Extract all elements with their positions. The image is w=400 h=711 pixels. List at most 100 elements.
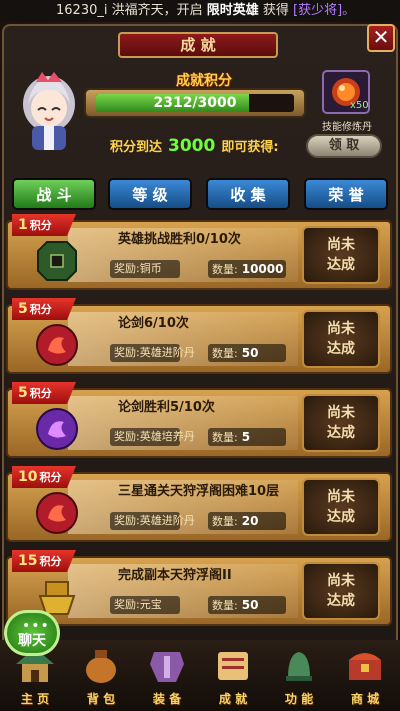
red-orb-shape [36,492,78,534]
status-line-2: 达成 [327,593,355,609]
points-value: 10 [18,469,38,485]
ticker-get: 获得 [258,3,294,18]
points-badge: 15 积分 [12,550,76,572]
status-line-2: 达成 [327,425,355,441]
nav-functions[interactable]: 功 能 [268,644,330,710]
reward-label: 奖励: [114,262,140,275]
nav-label: 商 城 [350,692,380,706]
tab-level[interactable]: 等 级 [108,178,192,210]
points-value: 1 [18,217,28,233]
claim-button[interactable]: 领 取 [306,134,382,158]
tab-battle[interactable]: 战 斗 [12,178,96,210]
nav-achievement[interactable]: 成 就 [202,644,264,710]
status-not-achieved: 尚未 达成 [302,562,380,620]
nav-label: 主 页 [20,692,50,706]
qty-value: 20 [241,514,259,528]
reach-suffix: 即可获得: [221,140,279,155]
bag-icon [86,650,116,683]
qty-label: 数量: [212,431,238,444]
nav-label: 功 能 [284,692,314,706]
category-tabs: 战 斗 等 级 收 集 荣 誉 [10,178,394,212]
reach-target-line: 积分到达 3000 即可获得: [110,136,279,156]
task-row: 10 积分 三星通关天狩浮阁困难10层 奖励:英雄进阶丹 数量: 20 尚未 达成 [6,464,392,542]
nav-label: 装 备 [152,692,182,706]
nav-equipment[interactable]: 装 备 [136,644,198,710]
tab-collect[interactable]: 收 集 [206,178,290,210]
points-label: 积分 [39,471,62,484]
chat-bubble-icon: ••• [22,618,50,634]
qty-label: 数量: [212,515,238,528]
reward-label: 奖励: [114,514,140,527]
points-badge: 5 积分 [12,382,76,404]
task-title: 论剑胜利5/10次 [118,400,215,415]
task-reward: 奖励:铜币 数量: 10000 [110,260,286,280]
page-title: 成 就 [118,32,278,58]
reward-label: 奖励: [114,430,140,443]
status-line-1: 尚未 [327,489,355,505]
qty-value: 50 [241,598,259,612]
ticker-mid: 洪福齐天，开启 [107,3,207,18]
reward-item: 元宝 [139,598,162,611]
task-title: 英雄挑战胜利0/10次 [118,232,241,247]
status-line-1: 尚未 [327,573,355,589]
close-button[interactable]: ✕ [367,24,395,52]
ticker-prefix: 16230_i [56,3,108,18]
task-title: 三星通关天狩浮阁困难10层 [118,484,280,499]
quantity-box: 数量: 50 [208,344,286,362]
qty-label: 数量: [212,263,238,276]
nav-shop[interactable]: 商 城 [334,644,396,710]
nav-label: 成 就 [218,692,248,706]
qty-value: 5 [241,430,251,444]
coin-icon [34,238,80,284]
reach-prefix: 积分到达 [110,140,163,155]
status-line-2: 达成 [327,341,355,357]
task-row: 15 积分 完成副本天狩浮阁II 奖励:元宝 数量: 50 尚未达成 [6,548,392,626]
reward-count: x50 [350,100,369,111]
reward-label: 奖励: [114,598,140,611]
points-value: 5 [18,385,28,401]
status-line-2: 达成 [327,509,355,525]
task-row: 5 积分 论剑6/10次 奖励:英雄进阶丹 数量: 50 尚未 达成 [6,296,392,374]
status-not-achieved: 尚未 达成 [302,226,380,284]
points-badge: 1 积分 [12,214,76,236]
tab-honor[interactable]: 荣 誉 [304,178,388,210]
task-reward: 奖励:英雄培养丹 数量: 5 [110,428,286,448]
points-value: 15 [18,553,38,569]
qty-value: 50 [241,346,259,360]
reward-item: 英雄培养丹 [139,430,195,443]
points-label: 积分 [29,387,52,400]
task-list: 1 积分 英雄挑战胜利0/10次 奖励:铜币 数量: 10000 尚未 达成 5 积分 … [0,212,400,632]
ticker-item-link[interactable]: [获少将]。 [293,3,355,18]
bell-icon [286,652,312,681]
reward-item: 铜币 [139,262,162,275]
achievement-progress-bar: 2312/3000 [96,94,294,112]
achievement-screen: 16230_i 洪福齐天，开启 限时英雄 获得 [获少将]。 成 就 ✕ 成就积… [0,0,400,711]
reach-value: 3000 [168,136,216,156]
qty-label: 数量: [212,599,238,612]
qty-value: 10000 [241,262,284,276]
status-not-achieved: 尚未 达成 [302,310,380,368]
achievement-points-label: 成就积分 [176,73,232,89]
treasure-chest-icon [349,653,381,680]
task-title: 完成副本天狩浮阁II [118,568,232,583]
armor-icon [150,652,184,682]
points-value: 5 [18,301,28,317]
qty-label: 数量: [212,347,238,360]
reward-name: 技能修炼丹 [322,122,372,133]
points-badge: 10 积分 [12,466,76,488]
nav-bag[interactable]: 背 包 [70,644,132,710]
bottom-nav: 主 页 背 包 装 备 成 就 功 能 商 城 [0,640,400,711]
purple-orb-shape [36,408,78,450]
points-label: 积分 [39,555,62,568]
points-label: 积分 [29,303,52,316]
status-not-achieved: 尚未 达成 [302,394,380,452]
reward-item: 英雄进阶丹 [139,346,195,359]
reward-label-box: 奖励:英雄培养丹 [110,428,195,446]
status-line-2: 达成 [327,257,355,273]
avatar [18,68,80,152]
reward-label-box: 奖励:元宝 [110,596,180,614]
task-row: 1 积分 英雄挑战胜利0/10次 奖励:铜币 数量: 10000 尚未 达成 [6,212,392,290]
task-reward: 奖励:英雄进阶丹 数量: 50 [110,344,286,364]
quantity-box: 数量: 10000 [208,260,286,278]
progress-text: 2312/3000 [153,95,237,111]
